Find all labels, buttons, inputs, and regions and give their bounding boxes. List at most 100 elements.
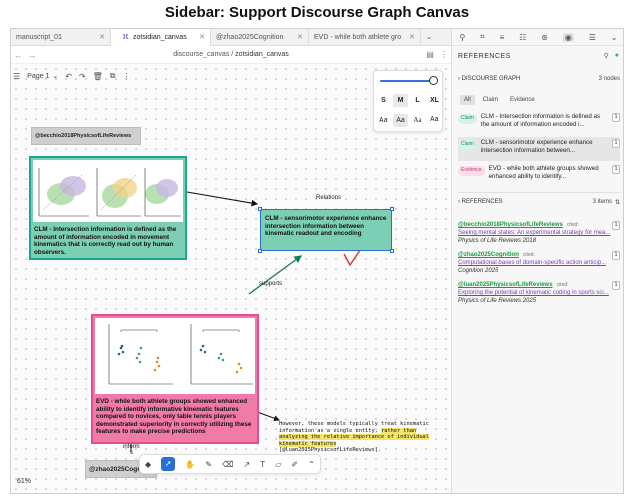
reference-title-link[interactable]: Computational bases of domain-specific a…	[458, 259, 620, 267]
sidebar-toolbar: ⚲ ⌗ ≡ ☷ ⊛ ◉ ☰ ⌄	[452, 29, 623, 46]
tab-bar: manuscript_01 ✕ ⌘ zotsidian_canvas ✕ @zh…	[11, 29, 451, 46]
resize-handle[interactable]	[390, 249, 394, 253]
draw-tool-icon[interactable]: ✎	[205, 460, 212, 469]
canvas-area[interactable]: ☰ Page 1 ⌄ ↶ ↷ 🗑 ⧉ ⋮ S M L XL Aa Aa Aa A…	[11, 64, 451, 493]
reference-node-becchio[interactable]: @becchio2018PhysicsofLifeReviews	[31, 127, 141, 145]
list-item[interactable]: Claim CLM - sensorimotor experience enha…	[458, 137, 620, 161]
note-tool-icon[interactable]: ▱	[275, 460, 281, 469]
text-tool-icon[interactable]: T	[260, 460, 265, 469]
references-section[interactable]: › REFERENCES 3 items ⇅	[458, 199, 620, 206]
reference-title-link[interactable]: Exploring the potential of kinematic cod…	[458, 289, 620, 297]
tab-evd[interactable]: EVD - while both athlete gro ✕	[309, 29, 421, 46]
breadcrumb-file[interactable]: zotsidian_canvas	[235, 51, 289, 58]
filter-claim[interactable]: Claim	[479, 95, 502, 105]
cited-label: cited:	[566, 222, 579, 228]
resize-handle[interactable]	[258, 249, 262, 253]
tab-label: manuscript_01	[16, 34, 62, 41]
figure-image	[33, 160, 183, 222]
close-icon[interactable]: ✕	[93, 29, 105, 46]
chevron-down-icon[interactable]: ⌄	[611, 33, 618, 42]
reading-view-icon[interactable]: ▤	[423, 50, 437, 59]
note-line: kinematic features	[279, 440, 439, 448]
reference-item[interactable]: @zhao2025Cognition cited: Computational b…	[458, 251, 620, 275]
item-count: 3 items	[592, 199, 612, 205]
references-tab-icon[interactable]: ◉	[562, 32, 574, 42]
figure-plot	[38, 168, 181, 217]
note-line: information as a single entity, rather t…	[279, 427, 417, 434]
reference-item[interactable]: @becchio2018PhysicsofLifeReviews cited: S…	[458, 221, 620, 245]
resize-handle[interactable]	[390, 207, 394, 211]
node-label: @becchio2018PhysicsofLifeReviews	[35, 133, 132, 139]
citekey-link[interactable]: @zhao2025Cognition	[458, 252, 519, 258]
evidence-node-athletes[interactable]: EVD - while both athlete groups showed e…	[91, 314, 259, 444]
graph-icon[interactable]: ⊛	[541, 33, 548, 42]
highlight-tool-icon[interactable]: ✐	[291, 460, 298, 469]
breadcrumb: ← → discourse_canvas / zotsidian_canvas …	[11, 46, 451, 64]
section-label: REFERENCES	[461, 199, 503, 205]
list-item[interactable]: Evidence EVD - while both athlete groups…	[458, 163, 620, 187]
note-line: [@luan2025PhysicsofLifeReviews].	[279, 447, 382, 454]
link-icon[interactable]: ⚲	[459, 33, 465, 42]
pin-icon: ⌘	[122, 34, 129, 41]
filter-evidence[interactable]: Evidence	[506, 95, 539, 105]
drawing-toolbar: ◆ ➚ ✋ ✎ ⌫ ↗ T ▱ ✐ ⌃	[139, 454, 321, 474]
ref-count: 1	[612, 139, 620, 148]
node-count: 3 nodes	[598, 76, 620, 82]
back-icon[interactable]: ←	[11, 50, 25, 60]
node-text: CLM - Intersection information is define…	[34, 226, 177, 256]
text-note[interactable]: However, these models typically treat ki…	[279, 421, 439, 454]
status-dot-icon: ●	[614, 52, 619, 59]
citekey-link[interactable]: @luan2025PhysicsofLifeReviews	[458, 282, 553, 288]
zoom-level[interactable]: 61%	[17, 478, 31, 485]
outline-icon[interactable]: ☷	[519, 33, 526, 42]
note-highlight: analyzing the relative importance of ind…	[279, 434, 429, 441]
chevron-up-icon[interactable]: ⌃	[308, 460, 315, 469]
node-summary: CLM - Intersection information is define…	[480, 113, 601, 128]
discourse-tool-icon[interactable]: ◆	[145, 460, 151, 469]
discourse-graph-section[interactable]: › DISCOURSE GRAPH 3 nodes	[458, 76, 620, 82]
type-badge: Claim	[458, 140, 477, 150]
close-icon[interactable]: ✕	[403, 29, 415, 46]
tag-icon[interactable]: ⌗	[480, 32, 485, 42]
chevron-down-icon[interactable]: ⌄	[426, 29, 432, 46]
reference-title-link[interactable]: Seeing mental states: An experimental st…	[458, 229, 620, 237]
hand-tool-icon[interactable]: ✋	[185, 460, 195, 469]
note-line: However, these models typically treat ki…	[279, 421, 429, 427]
citekey-link[interactable]: @becchio2018PhysicsofLifeReviews	[458, 222, 563, 228]
close-icon[interactable]: ✕	[291, 29, 303, 46]
list-item[interactable]: Claim CLM - Intersection information is …	[458, 111, 620, 135]
tab-manuscript[interactable]: manuscript_01 ✕	[11, 29, 111, 46]
arrow-tool-icon[interactable]: ↗	[243, 460, 250, 469]
book-icon[interactable]: ☰	[589, 33, 596, 42]
tab-label: zotsidian_canvas	[133, 34, 187, 41]
filter-all[interactable]: All	[460, 95, 475, 105]
breadcrumb-text: discourse_canvas / zotsidian_canvas	[39, 51, 423, 58]
search-icon[interactable]: ⚲	[604, 52, 609, 60]
supports-arrow[interactable]	[248, 255, 303, 295]
claim-node-intersection[interactable]: CLM - Intersection information is define…	[29, 156, 187, 260]
tab-label: @zhao2025Cognition	[216, 34, 284, 41]
breadcrumb-separator: /	[231, 51, 234, 58]
list-icon[interactable]: ≡	[500, 33, 505, 42]
relations-label: Relations	[316, 195, 342, 201]
reference-item[interactable]: @luan2025PhysicsofLifeReviews cited: Expl…	[458, 281, 620, 305]
select-tool-icon[interactable]: ➚	[161, 457, 176, 471]
tab-zhao2025[interactable]: @zhao2025Cognition ✕	[211, 29, 309, 46]
cited-label: cited:	[556, 282, 569, 288]
claim-node-sensorimotor[interactable]: CLM - sensorimotor experience enhance in…	[258, 207, 394, 253]
sort-icon[interactable]: ⇅	[615, 199, 620, 206]
resize-handle[interactable]	[258, 207, 262, 211]
more-options-icon[interactable]: ⋮	[437, 50, 451, 59]
page-title: Sidebar: Support Discourse Graph Canvas	[164, 4, 470, 21]
forward-icon[interactable]: →	[25, 50, 39, 60]
tab-zotsidian-canvas[interactable]: ⌘ zotsidian_canvas ✕	[111, 29, 211, 46]
close-icon[interactable]: ✕	[193, 29, 205, 46]
eraser-tool-icon[interactable]: ⌫	[222, 460, 233, 469]
type-badge: Claim	[458, 114, 477, 124]
relation-arrow[interactable]	[186, 191, 259, 207]
app-window: manuscript_01 ✕ ⌘ zotsidian_canvas ✕ @zh…	[10, 28, 624, 494]
breadcrumb-folder[interactable]: discourse_canvas	[173, 51, 229, 58]
cite-count: 1	[612, 281, 620, 290]
figure-plot	[108, 324, 253, 385]
tab-dropdown[interactable]: ⌄	[421, 29, 451, 46]
